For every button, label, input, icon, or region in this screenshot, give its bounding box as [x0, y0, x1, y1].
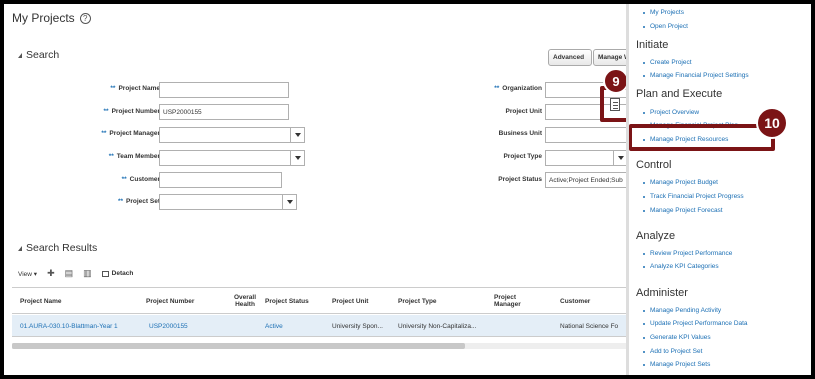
add-icon[interactable]: ✚ [47, 268, 55, 279]
search-section-header[interactable]: Search [18, 49, 59, 61]
panel-section-title: Initiate [636, 39, 669, 51]
view-menu[interactable]: View ▾ [18, 270, 37, 278]
team-member-label: ** Team Member [108, 153, 160, 160]
project-name-input[interactable] [159, 82, 289, 98]
project-type-label: Project Type [503, 153, 542, 160]
panel-item[interactable]: Add to Project Set [643, 348, 702, 355]
panel-item[interactable]: Generate KPI Values [643, 334, 711, 341]
customer-input[interactable] [159, 172, 282, 188]
help-icon[interactable]: ? [79, 12, 91, 24]
column-header[interactable]: Overall Health [228, 294, 262, 308]
panel-item[interactable]: Manage Project Forecast [643, 207, 723, 214]
business-unit-label: Business Unit [498, 130, 542, 137]
collapse-triangle-icon[interactable] [18, 245, 22, 251]
tasks-panel-icon[interactable] [610, 98, 620, 111]
customer-label: ** Customer [121, 176, 160, 183]
project-type-cell: University Non-Capitaliza... [398, 323, 477, 330]
panel-section-title: Administer [636, 287, 688, 299]
callout-10-highlight [629, 124, 775, 151]
callout-9-badge: 9 [603, 68, 628, 94]
collapse-triangle-icon[interactable] [18, 52, 22, 58]
project-type-select[interactable] [545, 150, 628, 166]
panel-item[interactable]: Create Project [643, 59, 692, 66]
table-row[interactable]: 01.AURA-030.10-Blattman-Year 1 USP200015… [12, 315, 628, 337]
project-number-cell: USP2000155 [149, 323, 188, 330]
customer-cell: National Science Fo [560, 323, 619, 330]
column-header[interactable]: Project Manager [494, 294, 534, 308]
panel-item[interactable]: Manage Pending Activity [643, 307, 721, 314]
dropdown-arrow-icon[interactable] [290, 128, 304, 142]
freeze-icon[interactable]: ▥ [83, 268, 92, 279]
project-status-label: Project Status [498, 176, 542, 183]
panel-item[interactable]: Track Financial Project Progress [643, 193, 744, 200]
column-header[interactable]: Project Name [20, 298, 62, 305]
project-status-select[interactable]: Active;Project Ended;Sub [545, 172, 628, 188]
project-manager-select[interactable] [159, 127, 305, 143]
callout-10-badge: 10 [756, 107, 788, 139]
panel-item[interactable]: Manage Financial Project Settings [643, 72, 749, 79]
panel-section-title: Control [636, 159, 672, 171]
search-results-header[interactable]: Search Results [18, 242, 97, 254]
dropdown-arrow-icon[interactable] [282, 195, 296, 209]
panel-item[interactable]: Project Overview [643, 109, 699, 116]
screenshot-frame: My Projects ? Search Advanced Manage W *… [4, 4, 811, 375]
project-set-label: ** Project Set [117, 198, 160, 205]
panel-item[interactable]: Analyze KPI Categories [643, 263, 719, 270]
project-number-input[interactable]: USP2000155 [159, 104, 289, 120]
panel-item[interactable]: Open Project [643, 23, 688, 30]
page-title: My Projects ? [12, 11, 91, 25]
detach-icon [101, 270, 109, 277]
panel-section-title: Analyze [636, 230, 676, 242]
detach-button[interactable]: Detach [101, 270, 133, 277]
panel-item[interactable]: My Projects [643, 9, 684, 16]
panel-item[interactable]: Manage Project Sets [643, 361, 710, 368]
advanced-button[interactable]: Advanced [548, 49, 592, 66]
horizontal-scrollbar-thumb[interactable] [12, 343, 465, 349]
panel-item[interactable]: Manage Project Budget [643, 179, 718, 186]
project-number-label: ** Project Number [103, 108, 160, 115]
column-header[interactable]: Project Number [146, 298, 194, 305]
project-unit-label: Project Unit [505, 108, 542, 115]
table-header: Project Name Project Number Overall Heal… [12, 287, 628, 314]
column-header[interactable]: Customer [560, 298, 590, 305]
column-header[interactable]: Project Type [398, 298, 437, 305]
edit-icon[interactable]: ▤ [65, 268, 74, 279]
column-header[interactable]: Project Status [265, 298, 309, 305]
project-name-label: ** Project Name [110, 85, 160, 92]
team-member-select[interactable] [159, 150, 305, 166]
project-set-select[interactable] [159, 194, 297, 210]
dropdown-arrow-icon[interactable] [613, 151, 627, 165]
manage-watchlist-button[interactable]: Manage W [593, 49, 628, 66]
panel-section-title: Plan and Execute [636, 88, 723, 100]
project-status-cell: Active [265, 323, 283, 330]
results-toolbar: View ▾ ✚ ▤ ▥ Detach [18, 268, 133, 279]
tasks-panel: My Projects Open Project Initiate Create… [628, 4, 811, 375]
panel-item[interactable]: Review Project Performance [643, 250, 732, 257]
project-manager-label: ** Project Manager [101, 130, 160, 137]
project-unit-cell: University Spon... [332, 323, 383, 330]
organization-label: ** Organization [494, 85, 542, 92]
panel-item[interactable]: Update Project Performance Data [643, 320, 748, 327]
main-content: My Projects ? Search Advanced Manage W *… [4, 4, 628, 375]
business-unit-input[interactable] [545, 127, 628, 143]
project-name-cell[interactable]: 01.AURA-030.10-Blattman-Year 1 [20, 323, 118, 330]
dropdown-arrow-icon[interactable] [290, 151, 304, 165]
column-header[interactable]: Project Unit [332, 298, 368, 305]
